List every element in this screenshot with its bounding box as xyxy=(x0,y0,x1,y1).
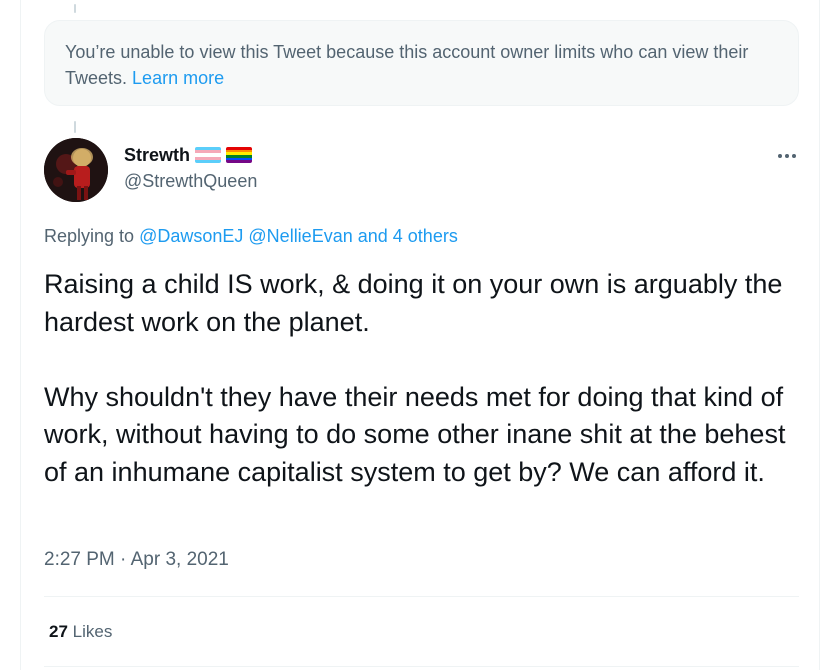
transgender-flag-icon xyxy=(195,147,222,163)
divider xyxy=(44,596,799,597)
thread-connector-line xyxy=(74,121,76,133)
more-options-icon[interactable] xyxy=(775,144,799,168)
likes-stat[interactable]: 27 Likes xyxy=(49,620,112,644)
thread-connector-line xyxy=(74,4,76,13)
tweet-paragraph: Why shouldn't they have their needs met … xyxy=(44,381,786,487)
user-info: Strewth @StrewthQueen xyxy=(124,144,257,193)
tweet-time: 2:27 PM xyxy=(44,549,115,570)
likes-label: Likes xyxy=(72,622,113,641)
tweet-date: Apr 3, 2021 xyxy=(130,549,229,570)
tweet-column: You’re unable to view this Tweet because… xyxy=(20,0,820,670)
user-handle[interactable]: @StrewthQueen xyxy=(124,169,257,193)
tweet-text: Raising a child IS work, & doing it on y… xyxy=(44,266,804,491)
tweet-timestamp: 2:27 PM · Apr 3, 2021 xyxy=(44,548,229,572)
display-name-row: Strewth xyxy=(124,144,257,166)
divider xyxy=(44,666,799,667)
rainbow-pride-flag-icon xyxy=(226,147,253,163)
restricted-tweet-notice: You’re unable to view this Tweet because… xyxy=(44,20,799,106)
mention-nellieevan-link[interactable]: @NellieEvan xyxy=(248,226,352,246)
likes-count: 27 xyxy=(49,622,68,641)
tweet-paragraph: Raising a child IS work, & doing it on y… xyxy=(44,269,783,337)
timestamp-separator: · xyxy=(120,549,127,570)
replying-to-label: Replying to xyxy=(44,226,135,246)
others-link[interactable]: and 4 others xyxy=(358,226,458,246)
mention-dawsonej-link[interactable]: @DawsonEJ xyxy=(139,226,243,246)
learn-more-link[interactable]: Learn more xyxy=(132,68,224,88)
replying-to-line: Replying to @DawsonEJ @NellieEvan and 4 … xyxy=(44,224,458,248)
tweet-time-link[interactable]: 2:27 PM · Apr 3, 2021 xyxy=(44,549,229,570)
display-name[interactable]: Strewth xyxy=(124,144,190,166)
avatar[interactable] xyxy=(44,138,108,202)
